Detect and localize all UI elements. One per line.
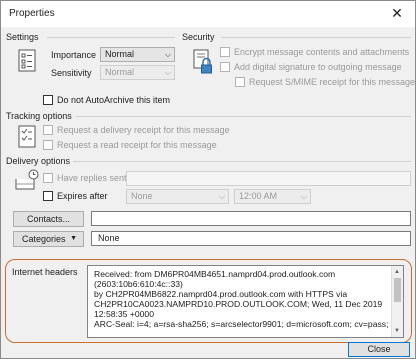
expires-checkbox[interactable] [43, 191, 53, 201]
header-line: 12:58:35 +0000 [94, 309, 154, 319]
delivery-header: Delivery options [6, 156, 71, 166]
importance-select[interactable]: Normal ⌵ [100, 47, 175, 62]
replies-checkbox[interactable] [43, 173, 53, 183]
scroll-up-icon[interactable]: ▲ [394, 267, 400, 277]
dropdown-arrow-icon: ⌵ [164, 50, 171, 59]
expires-time-select[interactable]: 12:00 AM ⌵ [234, 189, 311, 204]
header-line: by CH2PR04MB6822.namprd04.prod.outlook.c… [94, 289, 348, 299]
header-line: Received: from DM6PR04MB4651.namprd04.pr… [94, 269, 336, 279]
sensitivity-value: Normal [105, 67, 135, 77]
security-header: Security [182, 32, 215, 42]
headers-scrollbar[interactable]: ▲ ▼ [391, 266, 403, 337]
delivery-icon [15, 169, 39, 190]
internet-headers-label: Internet headers [12, 267, 78, 277]
expires-date-select[interactable]: None ⌵ [126, 189, 229, 204]
tracking-icon [18, 125, 36, 148]
sensitivity-label: Sensitivity [51, 68, 92, 78]
internet-headers-textarea[interactable]: Received: from DM6PR04MB4651.namprd04.pr… [87, 265, 404, 338]
contacts-button[interactable]: Contacts... [13, 211, 84, 227]
settings-header: Settings [6, 32, 39, 42]
settings-icon [18, 49, 36, 72]
sensitivity-select[interactable]: Normal ⌵ [100, 65, 175, 80]
categories-button-label: Categories [22, 234, 66, 244]
tracking-divider [76, 116, 411, 117]
delivery-receipt-checkbox[interactable] [43, 125, 53, 135]
expires-date-value: None [131, 191, 153, 201]
delivery-receipt-label: Request a delivery receipt for this mess… [57, 125, 230, 135]
importance-label: Importance [51, 50, 97, 60]
dropdown-arrow-icon: ⌵ [300, 192, 307, 201]
header-line: CH2PR10CA0023.NAMPRD10.PROD.OUTLOOK.COM;… [94, 299, 383, 309]
lock-icon [193, 49, 212, 74]
delivery-divider [73, 161, 411, 162]
signature-label: Add digital signature to outgoing messag… [234, 62, 402, 72]
security-divider [221, 37, 411, 38]
dropdown-arrow-icon: ⌵ [164, 68, 171, 77]
autoarchive-label: Do not AutoArchive this item [57, 95, 171, 105]
close-icon[interactable]: ✕ [379, 1, 415, 27]
dropdown-arrow-icon: ⌵ [218, 192, 225, 201]
header-line: (2603:10b6:610:4c::33) [94, 279, 183, 289]
read-receipt-label: Request a read receipt for this message [57, 140, 217, 150]
scrollbar-thumb[interactable] [394, 278, 401, 302]
title-bar: Properties ✕ [1, 1, 415, 27]
categories-button[interactable]: Categories ▼ [13, 231, 84, 247]
encrypt-checkbox[interactable] [220, 47, 230, 57]
header-line: ARC-Seal: i=4; a=rsa-sha256; s=arcselect… [94, 319, 389, 329]
encrypt-label: Encrypt message contents and attachments [234, 47, 410, 57]
dropdown-arrow-icon: ▼ [70, 235, 77, 242]
replies-input[interactable] [126, 171, 411, 186]
smime-label: Request S/MIME receipt for this message [249, 77, 416, 87]
tracking-header: Tracking options [6, 111, 72, 121]
contacts-input[interactable] [91, 211, 411, 226]
expires-label: Expires after [57, 191, 108, 201]
autoarchive-checkbox[interactable] [43, 95, 53, 105]
importance-value: Normal [105, 49, 135, 59]
settings-divider [47, 37, 175, 38]
smime-checkbox[interactable] [235, 77, 245, 87]
window-title: Properties [9, 8, 55, 19]
properties-dialog: Properties ✕ Settings Importance Normal … [0, 0, 416, 359]
signature-checkbox[interactable] [220, 62, 230, 72]
replies-label: Have replies sent to [57, 173, 137, 183]
expires-time-value: 12:00 AM [239, 191, 278, 201]
read-receipt-checkbox[interactable] [43, 140, 53, 150]
categories-input[interactable]: None [91, 231, 411, 246]
close-button[interactable]: Close [348, 342, 410, 357]
scroll-down-icon[interactable]: ▼ [394, 326, 400, 336]
